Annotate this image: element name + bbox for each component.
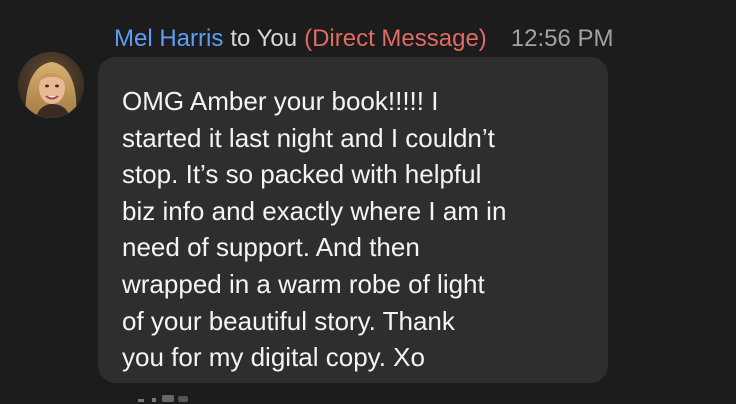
next-message-fragment (138, 392, 228, 404)
direct-message-label: (Direct Message) (304, 25, 487, 52)
message-timestamp: 12:56 PM (510, 25, 614, 52)
message-bubble[interactable]: OMG Amber your book!!!!! I started it la… (98, 57, 608, 383)
chat-message-view: Mel Harris to You (Direct Message) 12:56… (0, 0, 736, 404)
avatar-photo-icon (18, 52, 84, 118)
recipient-text: to You (230, 25, 298, 52)
message-header: Mel Harris to You (Direct Message) 12:56… (114, 22, 614, 56)
message-body: OMG Amber your book!!!!! I started it la… (122, 86, 507, 373)
sender-name[interactable]: Mel Harris (114, 25, 223, 53)
avatar[interactable] (18, 52, 84, 118)
